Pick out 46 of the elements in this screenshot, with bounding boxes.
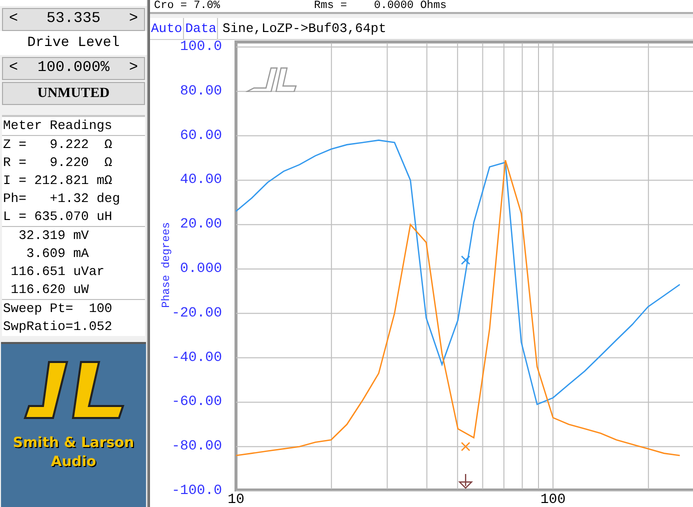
y-tick-label: 80.00 <box>180 83 222 100</box>
meter-reading: Ph= +1.32 deg <box>2 190 122 208</box>
y-tick-label: 40.00 <box>180 172 222 188</box>
y-axis-label: Phase degrees <box>161 222 173 308</box>
stepper-value: 100.000% <box>37 58 110 78</box>
drive-level-label: Drive Level <box>0 31 147 55</box>
logo-outline-icon <box>245 66 297 92</box>
y-tick-label: 60.00 <box>180 128 222 144</box>
increase-button[interactable]: > <box>126 8 140 31</box>
graph-title: Sine,LoZP->Buf03,64pt <box>221 20 388 38</box>
meter-reading: 116.620 uW <box>10 281 90 299</box>
y-tick-label: -100.0 <box>172 483 222 499</box>
mute-button[interactable]: UNMUTED <box>2 82 145 105</box>
meter-reading: 3.609 mA <box>25 245 90 263</box>
status-text: Rms = <box>314 0 348 12</box>
meter-reading: 32.319 mV <box>18 227 90 245</box>
y-tick-label: -80.00 <box>172 438 222 455</box>
meter-reading: R = 9.220 Ω <box>2 154 114 172</box>
sweep-reading: Sweep Pt= 100 <box>2 300 114 318</box>
y-tick-label: -60.00 <box>172 394 222 410</box>
meter-reading: Z = 9.222 Ω <box>2 136 114 154</box>
status-text: 0.0000 Ohms <box>374 0 447 12</box>
sweep-reading: SwpRatio=1.052 <box>2 318 114 336</box>
meter-reading: L = 635.070 uH <box>2 208 114 226</box>
y-tick-label: -20.00 <box>172 305 222 322</box>
decrease-button[interactable]: < <box>7 8 20 31</box>
logo-text: Smith & Larson <box>12 434 134 453</box>
meter-reading: 116.651 uVar <box>10 263 106 281</box>
graph-mode-button[interactable]: Data <box>184 18 218 39</box>
y-tick-label: 0.000 <box>180 261 222 277</box>
graph-mode-button[interactable]: Auto <box>150 18 184 39</box>
logo-text: Audio <box>50 453 96 472</box>
y-tick-label: -40.00 <box>172 350 222 366</box>
x-tick-label: 10 <box>228 492 244 507</box>
cross-marker-icon <box>460 255 470 265</box>
status-text: Cro = 7.0% <box>154 0 222 12</box>
meter-title: Meter Readings <box>2 117 145 136</box>
stepper-value: 53.335 <box>46 9 100 30</box>
meter-reading: I = 212.821 mΩ <box>2 172 114 190</box>
y-tick-label: 20.00 <box>180 216 222 233</box>
x-tick-label: 100 <box>540 492 566 507</box>
cursor-marker-icon <box>459 473 474 489</box>
cross-marker-icon <box>460 442 470 452</box>
y-tick-label: 100.0 <box>180 40 222 55</box>
increase-button[interactable]: > <box>126 57 140 80</box>
decrease-button[interactable]: < <box>7 57 20 80</box>
